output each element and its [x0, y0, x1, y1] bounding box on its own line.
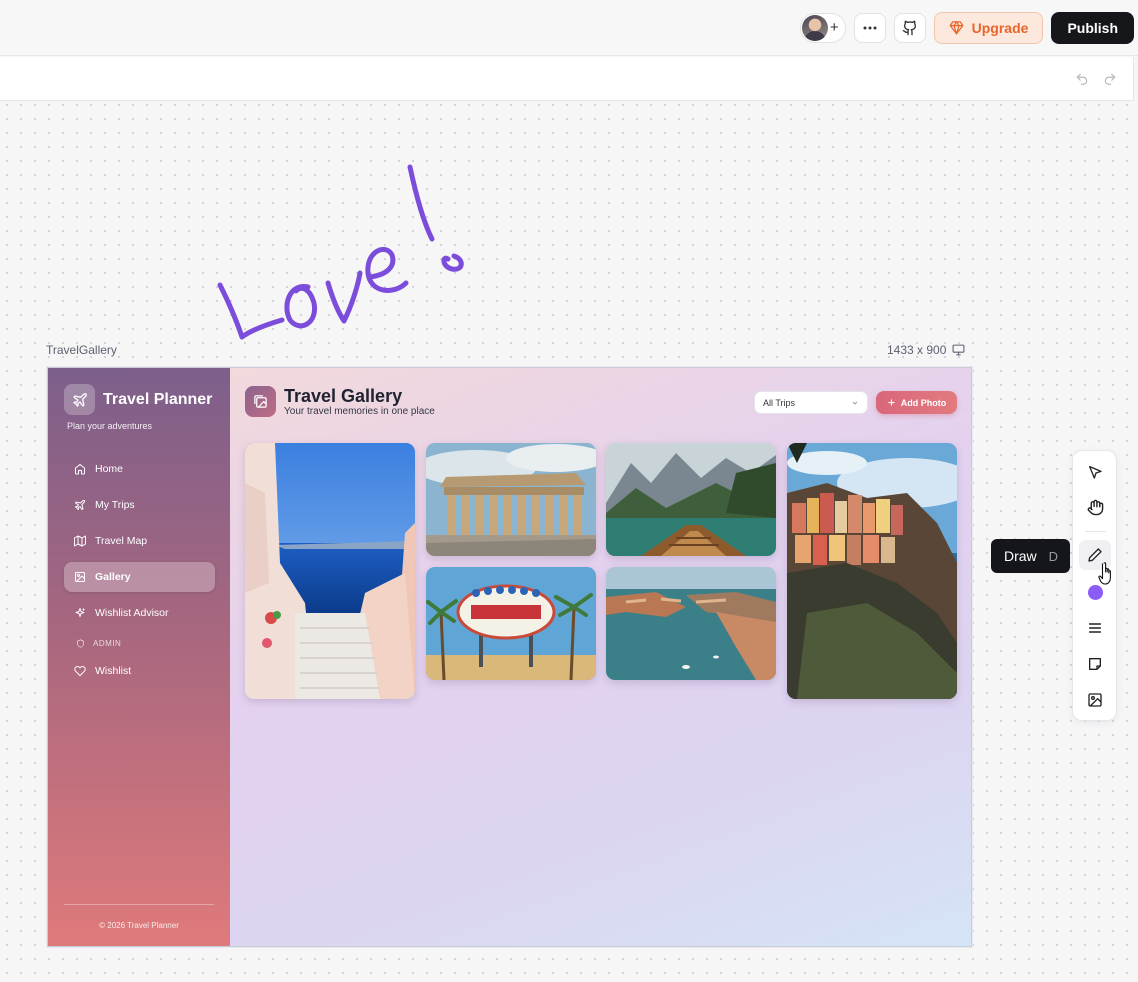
- hand-tool[interactable]: [1079, 492, 1111, 522]
- nav-item-wishlist-advisor[interactable]: Wishlist Advisor: [64, 598, 215, 628]
- heart-icon: [74, 665, 86, 677]
- github-button[interactable]: [893, 12, 926, 43]
- select-icon: [1089, 466, 1102, 479]
- map-icon: [74, 535, 86, 547]
- brand-name: Travel Planner: [103, 390, 213, 408]
- nav-item-gallery[interactable]: Gallery: [64, 562, 215, 592]
- editor-topbar: + Upgrade Publish: [0, 0, 1138, 56]
- menu-icon: [1088, 623, 1102, 633]
- nav-section-label: ADMIN: [93, 638, 122, 648]
- toolbar-divider: [1085, 531, 1106, 532]
- nav-item-travel-map[interactable]: Travel Map: [64, 526, 215, 556]
- redo-icon[interactable]: [1103, 72, 1117, 86]
- gallery-icon: [75, 572, 85, 582]
- note-icon: [1089, 658, 1101, 670]
- user-avatar[interactable]: [801, 14, 828, 41]
- upgrade-label: Upgrade: [971, 19, 1029, 36]
- add-photo-label: Add Photo: [900, 397, 947, 408]
- frame-label[interactable]: TravelGallery: [46, 343, 117, 357]
- publish-button[interactable]: Publish: [1051, 11, 1134, 44]
- hand-pointer-cursor-icon: [1098, 562, 1111, 585]
- nav-label: Gallery: [95, 571, 131, 583]
- trip-filter-select[interactable]: All Trips: [754, 391, 868, 414]
- image-tool[interactable]: [1079, 685, 1111, 715]
- sidebar-footer: © 2026 Travel Planner: [64, 904, 214, 946]
- nav-section-admin: ADMIN: [64, 634, 215, 652]
- frame-size-text: 1433 x 900: [887, 343, 947, 357]
- home-icon: [75, 464, 85, 475]
- nav-label: Wishlist Advisor: [95, 607, 169, 619]
- tooltip-label: Draw: [1004, 548, 1037, 564]
- nav-item-wishlist[interactable]: Wishlist: [64, 656, 215, 686]
- undo-icon[interactable]: [1075, 72, 1089, 86]
- ellipsis-icon: [863, 26, 877, 29]
- hand-icon: [1087, 499, 1103, 515]
- monitor-icon[interactable]: [952, 344, 965, 356]
- plus-icon: [888, 399, 895, 406]
- sparkle-icon: [75, 608, 85, 617]
- gem-icon: [949, 21, 964, 35]
- brand-tagline: Plan your adventures: [67, 421, 153, 431]
- page-icon: [245, 386, 276, 417]
- photo-dubrovnik[interactable]: [606, 567, 776, 680]
- brand-logo: [64, 384, 95, 415]
- photo-las-vegas[interactable]: [426, 567, 596, 680]
- page-header: Travel Gallery Your travel memories in o…: [245, 386, 435, 417]
- cinque-terre-image: [787, 443, 957, 699]
- shield-icon: [77, 638, 84, 648]
- image-icon: [1088, 693, 1102, 707]
- select-tool[interactable]: [1079, 457, 1111, 487]
- photo-mountain-lake[interactable]: [606, 443, 776, 556]
- dubrovnik-image: [606, 567, 776, 680]
- parthenon-image: [426, 443, 596, 556]
- trip-filter-value: All Trips: [763, 397, 796, 408]
- draw-tooltip: Draw D: [991, 539, 1070, 573]
- sidebar-nav: Home My Trips Travel Map Gallery Wishlis…: [64, 454, 215, 692]
- page-subtitle: Your travel memories in one place: [284, 406, 435, 417]
- chevron-down-icon: [852, 401, 858, 405]
- photo-parthenon[interactable]: [426, 443, 596, 556]
- app-sidebar: Travel Planner Plan your adventures Home…: [48, 368, 230, 946]
- brand[interactable]: Travel Planner: [64, 384, 212, 415]
- nav-item-home[interactable]: Home: [64, 454, 215, 484]
- handwriting-love-drawing[interactable]: [210, 155, 480, 350]
- gallery-icon: [254, 395, 267, 408]
- nav-label: My Trips: [95, 499, 135, 511]
- add-photo-button[interactable]: Add Photo: [876, 391, 957, 414]
- upgrade-button[interactable]: Upgrade: [933, 11, 1044, 44]
- nav-label: Home: [95, 463, 124, 475]
- editor-subbar: [0, 57, 1134, 101]
- page-title: Travel Gallery: [284, 386, 403, 406]
- collaborators-group[interactable]: +: [799, 12, 846, 43]
- santorini-image: [245, 443, 415, 699]
- las-vegas-image: [426, 567, 596, 680]
- photo-cinque-terre[interactable]: [787, 443, 957, 699]
- plane-icon: [72, 392, 87, 407]
- invite-plus-icon[interactable]: +: [830, 20, 839, 35]
- travel-gallery-frame[interactable]: Travel Planner Plan your adventures Home…: [47, 367, 972, 947]
- github-icon: [902, 20, 916, 35]
- nav-item-my-trips[interactable]: My Trips: [64, 490, 215, 520]
- note-tool[interactable]: [1079, 649, 1111, 679]
- stroke-width-tool[interactable]: [1079, 613, 1111, 643]
- tooltip-shortcut: D: [1048, 548, 1059, 564]
- frame-size: 1433 x 900: [887, 343, 965, 357]
- nav-label: Travel Map: [95, 535, 148, 547]
- nav-label: Wishlist: [95, 665, 132, 677]
- more-options-button[interactable]: [853, 12, 886, 43]
- plane-icon: [75, 499, 86, 510]
- photo-santorini[interactable]: [245, 443, 415, 699]
- mountain-lake-image: [606, 443, 776, 556]
- gallery-main: Travel Gallery Your travel memories in o…: [230, 368, 971, 946]
